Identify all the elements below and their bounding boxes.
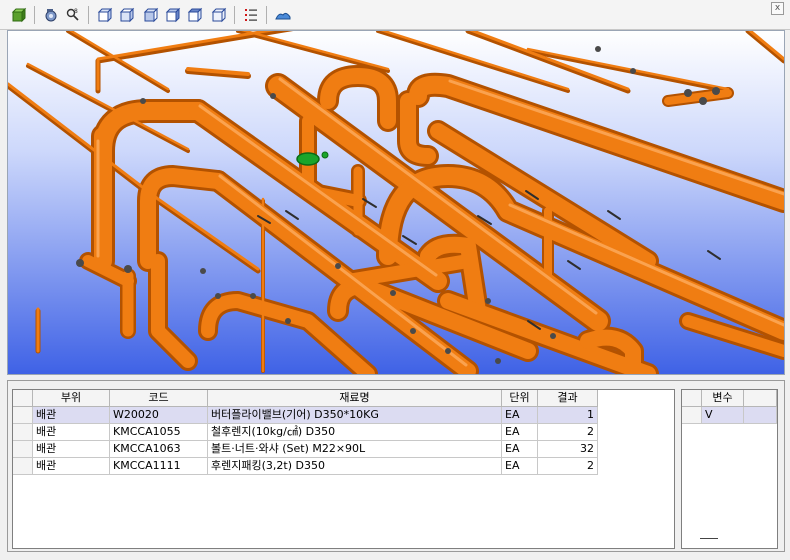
list-icon <box>245 9 257 21</box>
view-front-button[interactable] <box>96 6 114 24</box>
row-indicator[interactable] <box>13 407 33 424</box>
box-left-icon <box>143 7 159 23</box>
search-icon: 8 <box>66 8 79 21</box>
terrain-button[interactable] <box>274 6 292 24</box>
cell-code[interactable]: KMCCA1055 <box>110 424 208 441</box>
bottom-panel: 부위 코드 재료명 단위 결과 배관 W20020 버터플라이밸브(기어) D3… <box>7 380 785 552</box>
green-cube-plus-icon <box>11 7 27 23</box>
column-header-code[interactable]: 코드 <box>110 390 208 407</box>
row-indicator-header <box>682 390 702 407</box>
column-header-unit[interactable]: 단위 <box>502 390 538 407</box>
cell-result[interactable]: 32 <box>538 441 598 458</box>
cell-variable[interactable]: V <box>702 407 744 424</box>
row-indicator[interactable] <box>13 441 33 458</box>
close-button[interactable]: x <box>771 2 784 15</box>
cell-unit[interactable]: EA <box>502 424 538 441</box>
cell-unit[interactable]: EA <box>502 441 538 458</box>
box-front-icon <box>97 7 113 23</box>
cell-part[interactable]: 배관 <box>33 407 110 424</box>
material-list-button[interactable] <box>242 6 260 24</box>
view-iso-button[interactable] <box>210 6 228 24</box>
svg-text:8: 8 <box>74 8 78 15</box>
cell-name[interactable]: 버터플라이밸브(기어) D350*10KG <box>208 407 502 424</box>
3d-viewport[interactable] <box>7 30 785 375</box>
box-right-icon <box>165 7 181 23</box>
cell-part[interactable]: 배관 <box>33 441 110 458</box>
column-header-result[interactable]: 결과 <box>538 390 598 407</box>
cell-name[interactable]: 볼트·너트·와샤 (Set) M22×90L <box>208 441 502 458</box>
cell-name[interactable]: 철후렌지(10kg/㎠) D350 <box>208 424 502 441</box>
cell-part[interactable]: 배관 <box>33 424 110 441</box>
view-right-button[interactable] <box>164 6 182 24</box>
cell-variable-value[interactable] <box>744 407 777 424</box>
column-header-part[interactable]: 부위 <box>33 390 110 407</box>
search-model-button[interactable]: 8 <box>64 6 82 24</box>
cell-unit[interactable]: EA <box>502 458 538 475</box>
cell-code[interactable]: KMCCA1111 <box>110 458 208 475</box>
row-indicator[interactable] <box>13 424 33 441</box>
column-header-empty <box>744 390 777 407</box>
toolbar: 8 x <box>0 0 790 30</box>
add-model-button[interactable] <box>10 6 28 24</box>
column-header-name[interactable]: 재료명 <box>208 390 502 407</box>
cell-code[interactable]: KMCCA1063 <box>110 441 208 458</box>
row-indicator[interactable] <box>13 458 33 475</box>
view-top-button[interactable] <box>186 6 204 24</box>
variable-scroll-indicator <box>700 538 718 539</box>
box-back-icon <box>119 7 135 23</box>
variable-table: 변수 V <box>681 389 778 549</box>
cell-name[interactable]: 후렌지패킹(3,2t) D350 <box>208 458 502 475</box>
camera-view-button[interactable] <box>42 6 60 24</box>
cell-part[interactable]: 배관 <box>33 458 110 475</box>
cell-result[interactable]: 2 <box>538 458 598 475</box>
material-table: 부위 코드 재료명 단위 결과 배관 W20020 버터플라이밸브(기어) D3… <box>12 389 675 549</box>
cell-result[interactable]: 1 <box>538 407 598 424</box>
box-top-icon <box>187 7 203 23</box>
cell-result[interactable]: 2 <box>538 424 598 441</box>
row-indicator-header <box>13 390 33 407</box>
view-left-button[interactable] <box>142 6 160 24</box>
row-indicator[interactable] <box>682 407 702 424</box>
column-header-variable[interactable]: 변수 <box>702 390 744 407</box>
view-back-button[interactable] <box>118 6 136 24</box>
cell-unit[interactable]: EA <box>502 407 538 424</box>
cell-code[interactable]: W20020 <box>110 407 208 424</box>
camera-icon <box>45 9 57 22</box>
box-iso-icon <box>211 7 227 23</box>
terrain-icon <box>275 12 291 20</box>
